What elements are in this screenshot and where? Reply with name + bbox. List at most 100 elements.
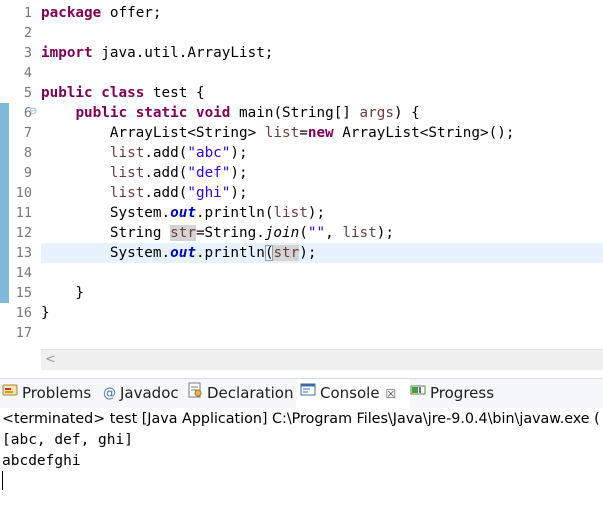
tab-console[interactable]: Console ☒ [296, 379, 410, 408]
tab-problems[interactable]: Problems [2, 379, 91, 408]
code-token: out [170, 205, 196, 221]
code-line[interactable]: list.add("abc"); [41, 143, 603, 163]
line-number: 7 [23, 125, 32, 141]
code-line[interactable]: System.out.println(list); [41, 203, 603, 223]
problems-icon [2, 379, 18, 408]
code-token: list [109, 185, 145, 201]
code-token: ) { [393, 105, 420, 121]
horizontal-scrollbar[interactable]: < [41, 349, 603, 370]
code-token: join [264, 225, 300, 241]
console-process-description: <terminated> test [Java Application] C:\… [2, 411, 600, 427]
change-indicator [0, 183, 9, 203]
code-line[interactable]: String str=String.join("", list); [41, 223, 603, 243]
line-number: 5 [23, 85, 32, 101]
line-number: 1 [23, 5, 32, 21]
code-line[interactable]: ArrayList<String> list=new ArrayList<Str… [41, 123, 603, 143]
change-indicator [0, 123, 9, 143]
code-token: "abc" [187, 145, 231, 161]
code-editor[interactable]: 1 2 3 4 5 6 ⊖ 7 8 9 10 11 12 13 14 15 16 17 package offer… [0, 0, 603, 349]
code-token: str [170, 225, 196, 241]
tab-declaration[interactable]: Declaration [187, 379, 293, 408]
code-line[interactable] [41, 63, 603, 83]
text-caret [2, 471, 3, 490]
gutter-line: 5 [0, 83, 40, 103]
progress-icon [410, 379, 426, 408]
fold-collapse-icon[interactable]: ⊖ [29, 107, 37, 117]
change-indicator [0, 243, 9, 263]
line-number: 12 [15, 225, 32, 241]
code-token: .add( [144, 165, 188, 181]
gutter-line: 15 [0, 283, 40, 303]
code-token: main(String[] [230, 105, 360, 121]
code-token: ArrayList<String> [41, 125, 265, 141]
code-token: public [75, 105, 128, 121]
code-token: = [299, 125, 308, 141]
code-line[interactable]: public class test { [41, 83, 603, 103]
code-token: class [101, 85, 145, 101]
gutter-line: 2 [0, 23, 40, 43]
code-line[interactable]: list.add("def"); [41, 163, 603, 183]
code-token: static [135, 105, 188, 121]
console-view[interactable]: <terminated> test [Java Application] C:\… [0, 408, 603, 520]
change-indicator [0, 223, 9, 243]
code-line[interactable]: list.add("ghi"); [41, 183, 603, 203]
code-line[interactable]: import java.util.ArrayList; [41, 43, 603, 63]
line-number: 8 [23, 145, 32, 161]
code-token: ); [230, 145, 248, 161]
gutter-line: 17 [0, 323, 40, 343]
code-token: offer; [101, 5, 162, 21]
gutter-line: 9 [0, 163, 40, 183]
gutter-line: 10 [0, 183, 40, 203]
code-token: public [41, 85, 93, 101]
code-token: System. [41, 245, 171, 261]
declaration-icon [187, 379, 203, 408]
code-token: } [41, 285, 85, 301]
change-indicator [0, 203, 9, 223]
line-number: 16 [15, 305, 32, 321]
tab-progress[interactable]: Progress [410, 379, 494, 408]
gutter-line: 4 [0, 63, 40, 83]
line-number: 17 [15, 325, 32, 341]
code-token: "" [307, 225, 326, 241]
gutter-line: 12 [0, 223, 40, 243]
code-line[interactable]: } [41, 303, 603, 323]
code-line[interactable] [41, 23, 603, 43]
code-line[interactable]: System.out.println(str); [41, 243, 603, 263]
code-token: =String. [195, 225, 265, 241]
code-line[interactable] [41, 263, 603, 283]
gutter-line: 3 [0, 43, 40, 63]
change-indicator [0, 143, 9, 163]
gutter-line: 7 [0, 123, 40, 143]
code-token: args [359, 105, 394, 121]
code-line[interactable]: } [41, 283, 603, 303]
tab-label: Console [320, 384, 380, 402]
code-line[interactable] [41, 323, 603, 343]
gutter-line: 11 [0, 203, 40, 223]
code-token: str [273, 245, 300, 261]
line-number: 2 [23, 25, 32, 41]
code-token: void [195, 105, 231, 121]
code-line[interactable]: public static void main(String[] args) { [41, 103, 603, 123]
close-icon[interactable]: ☒ [386, 387, 397, 401]
scroll-left-arrow-icon[interactable]: < [45, 351, 56, 369]
tab-javadoc[interactable]: @ Javadoc [103, 379, 179, 408]
code-line[interactable]: package offer; [41, 3, 603, 23]
tab-label: Javadoc [120, 384, 179, 402]
change-indicator [0, 103, 9, 123]
gutter-line: 6 ⊖ [0, 103, 40, 123]
code-token: .add( [144, 145, 188, 161]
code-token: list [109, 145, 145, 161]
code-token: package [41, 5, 102, 21]
line-number-gutter[interactable]: 1 2 3 4 5 6 ⊖ 7 8 9 10 11 12 13 14 15 16 17 [0, 3, 40, 343]
change-indicator [0, 263, 9, 283]
line-number: 10 [15, 185, 32, 201]
code-text-area[interactable]: package offer; import java.util.ArrayList… [41, 3, 603, 343]
code-token: "ghi" [187, 185, 231, 201]
code-token: .println( [195, 205, 274, 221]
